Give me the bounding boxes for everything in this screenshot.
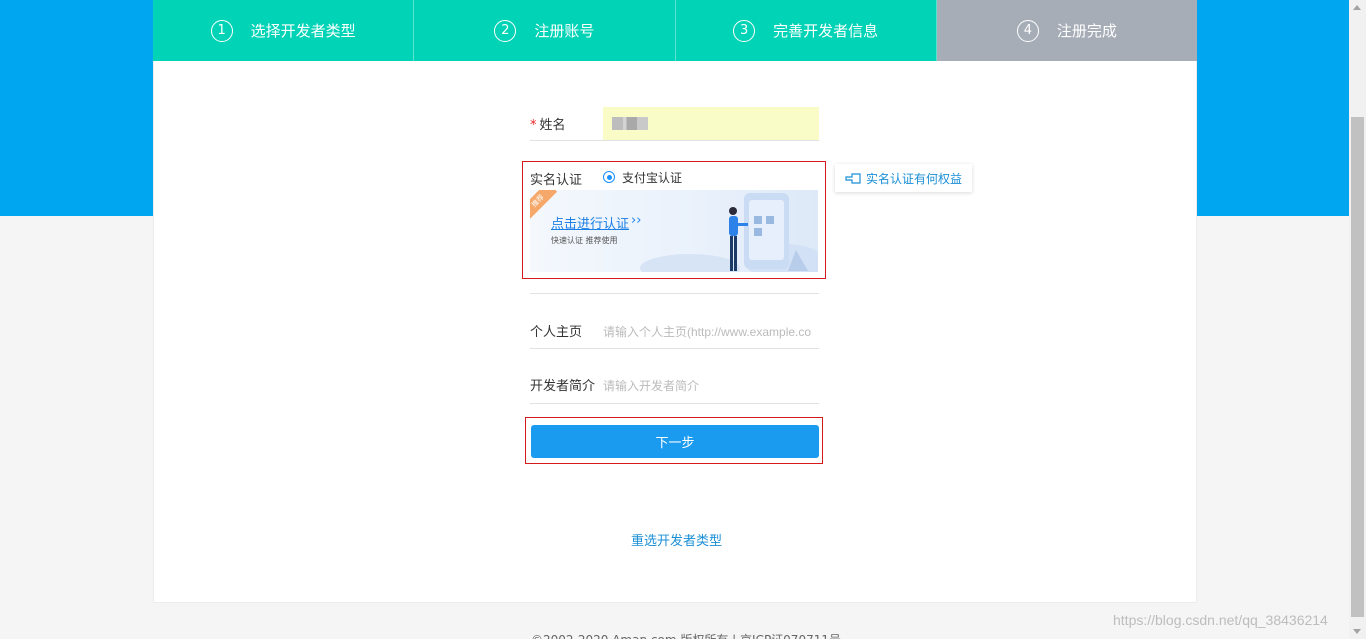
hand-pointing-icon (845, 172, 863, 184)
form-card (153, 0, 1197, 603)
scroll-up-icon[interactable] (1353, 5, 1361, 10)
homepage-label: 个人主页 (530, 325, 583, 340)
step-1-label: 选择开发者类型 (250, 22, 356, 40)
page-scrollbar[interactable] (1349, 0, 1366, 639)
reselect-type-link[interactable]: 重选开发者类型 (631, 530, 722, 549)
scroll-down-icon[interactable] (1353, 629, 1361, 634)
realname-benefit-button[interactable]: 实名认证有何权益 (835, 164, 972, 192)
step-1-number: 1 (210, 19, 233, 42)
step-4: 4 注册完成 (936, 0, 1197, 61)
realname-label: 实名认证 (530, 173, 583, 188)
benefit-label: 实名认证有何权益 (865, 171, 962, 186)
scroll-thumb[interactable] (1351, 117, 1364, 617)
intro-input[interactable] (603, 372, 819, 400)
step-1: 1 选择开发者类型 (153, 0, 415, 61)
radio-selected-icon[interactable] (603, 171, 615, 183)
name-label-text: 姓名 (539, 118, 566, 133)
footer-copyright: ©2002-2020 Amap.com 版权所有 | 京ICP证070711号 (531, 631, 841, 639)
person-scan-illustration (640, 193, 818, 272)
alipay-radio-label[interactable]: 支付宝认证 (622, 169, 682, 186)
step-3-number: 3 (733, 19, 756, 42)
name-value-blurred (612, 117, 648, 130)
step-3: 3 完善开发者信息 (675, 0, 937, 61)
name-underline (530, 140, 819, 141)
required-mark: * (530, 118, 537, 133)
homepage-input[interactable] (603, 318, 819, 346)
watermark: https://blog.csdn.net/qq_38436214 (1113, 612, 1328, 628)
intro-label: 开发者简介 (530, 379, 596, 394)
homepage-underline (530, 348, 819, 349)
step-2-number: 2 (494, 19, 517, 42)
step-4-label: 注册完成 (1056, 22, 1117, 40)
step-2-label: 注册账号 (534, 22, 595, 40)
name-label: * 姓名 (530, 114, 566, 133)
alipay-verify-banner[interactable]: 推荐 点击进行认证 ›› 快速认证 推荐使用 (530, 190, 818, 272)
step-4-number: 4 (1016, 19, 1039, 42)
step-3-label: 完善开发者信息 (773, 22, 879, 40)
intro-underline (530, 403, 819, 404)
step-progress-bar: 1 选择开发者类型 2 注册账号 3 完善开发者信息 4 注册完成 (153, 0, 1197, 61)
step-2: 2 注册账号 (414, 0, 676, 61)
realname-divider (530, 293, 819, 294)
next-button[interactable]: 下一步 (531, 425, 819, 458)
